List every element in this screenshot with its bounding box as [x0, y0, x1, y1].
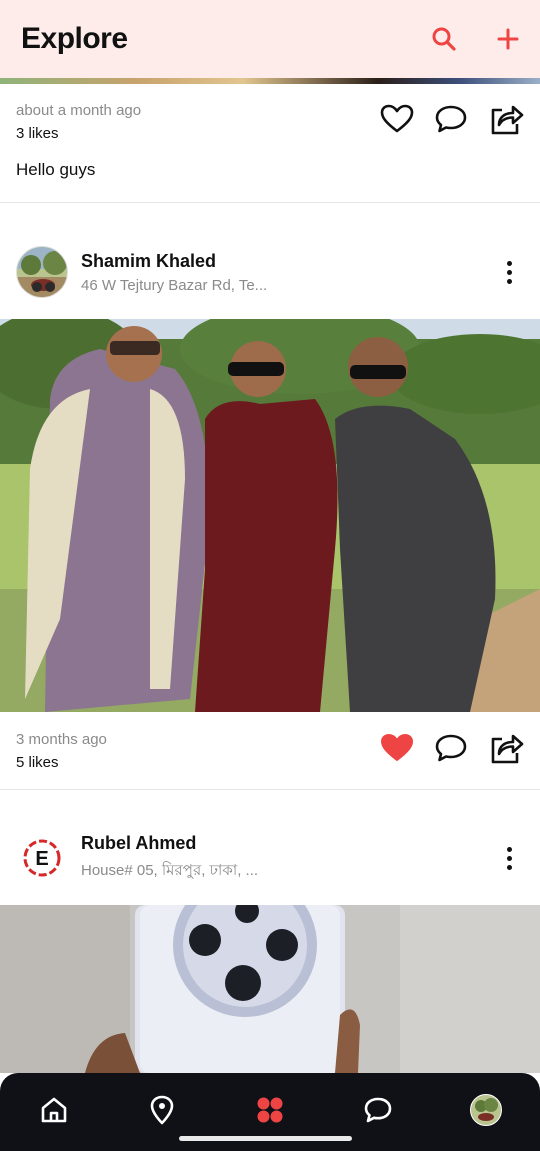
profile-avatar[interactable] [456, 1080, 516, 1140]
post-caption: Hello guys [16, 160, 96, 179]
post-time: about a month ago [16, 102, 142, 119]
author-location: House# 05, মিরপুর, ঢাকা, ... [81, 861, 259, 879]
avatar[interactable]: E [16, 832, 68, 884]
avatar[interactable] [16, 246, 68, 298]
header-actions [431, 26, 519, 52]
post-time: 3 months ago [16, 731, 107, 748]
plus-icon[interactable] [497, 28, 519, 50]
author-location: 46 W Tejtury Bazar Rd, Te... [81, 276, 268, 294]
more-options-icon[interactable] [494, 260, 524, 284]
home-indicator [179, 1136, 352, 1141]
post-actions [380, 731, 524, 765]
location-pin-icon[interactable] [132, 1080, 192, 1140]
page-title: Explore [21, 22, 128, 55]
divider [0, 789, 540, 790]
chat-icon[interactable] [348, 1080, 408, 1140]
author-name[interactable]: Rubel Ahmed [81, 833, 494, 854]
share-icon[interactable] [488, 102, 524, 136]
post-likes[interactable]: 5 likes [16, 754, 107, 771]
svg-text:E: E [35, 848, 48, 870]
home-icon[interactable] [24, 1080, 84, 1140]
post-likes[interactable]: 3 likes [16, 125, 141, 142]
share-icon[interactable] [488, 731, 524, 765]
app-header: Explore [0, 0, 540, 78]
post-header: Shamim Khaled 46 W Tejtury Bazar Rd, Te.… [0, 241, 540, 303]
post-image[interactable] [0, 319, 540, 712]
previous-post-image[interactable] [0, 78, 540, 84]
post-header: E Rubel Ahmed House# 05, মিরপুর, ঢাকা, .… [0, 827, 540, 889]
author-name[interactable]: Shamim Khaled [81, 251, 494, 272]
heart-filled-icon[interactable] [380, 733, 414, 763]
heart-icon[interactable] [380, 104, 414, 134]
post-actions [380, 102, 524, 136]
comment-icon[interactable] [434, 104, 468, 134]
comment-icon[interactable] [434, 733, 468, 763]
search-icon[interactable] [431, 26, 457, 52]
post-footer: about a month ago 3 likes Hello guys [0, 102, 540, 180]
divider [0, 202, 540, 203]
post-footer: 3 months ago 5 likes [0, 731, 540, 771]
more-options-icon[interactable] [494, 846, 524, 870]
post-image[interactable] [0, 905, 540, 1073]
explore-grid-icon[interactable] [240, 1080, 300, 1140]
